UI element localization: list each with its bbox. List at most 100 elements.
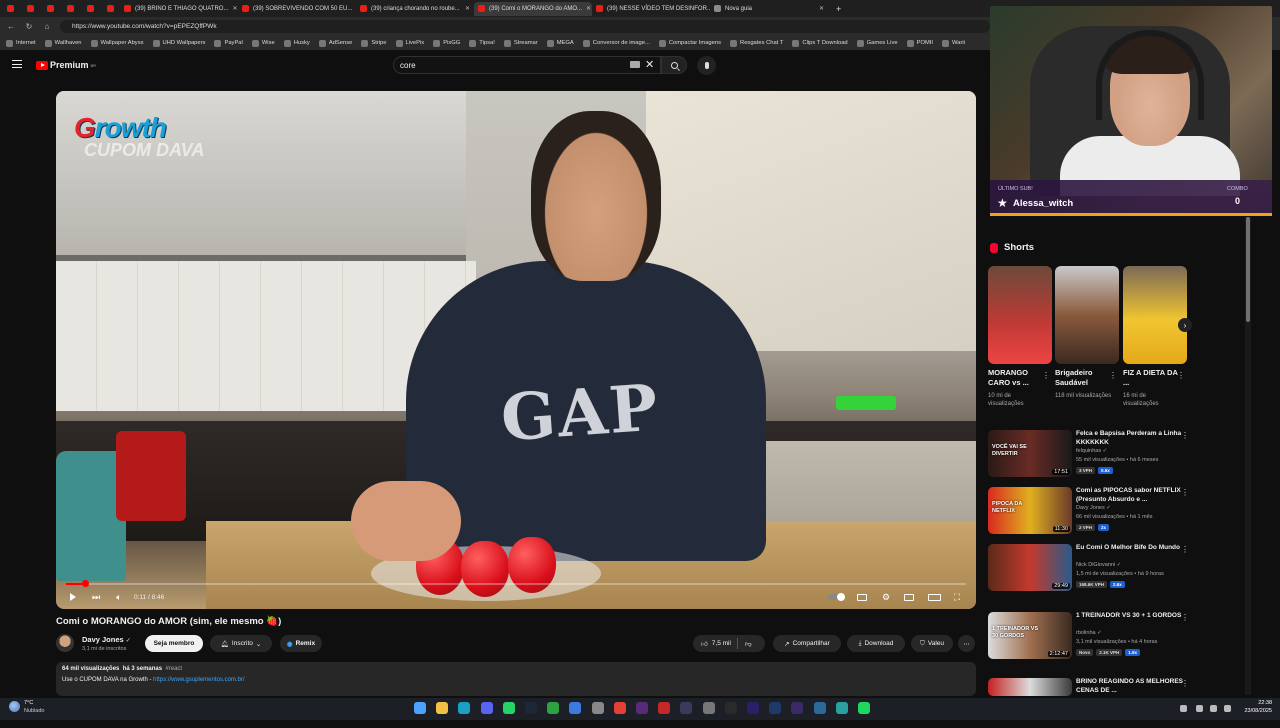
- description-link[interactable]: https://www.gsuplementos.com.br/: [153, 677, 244, 683]
- edge-browser-icon[interactable]: [458, 702, 471, 714]
- tray-app-icon[interactable]: [1196, 705, 1203, 712]
- video-player[interactable]: GAP: [56, 91, 976, 609]
- close-tab-icon[interactable]: ✕: [232, 5, 237, 12]
- clock-date[interactable]: 23/08/2025: [1238, 708, 1272, 714]
- thumbs-down-icon[interactable]: 👎︎: [745, 640, 752, 648]
- app-icon[interactable]: [658, 702, 671, 714]
- youtube-logo[interactable]: Premium BR: [36, 60, 96, 70]
- voice-search-button[interactable]: [697, 56, 716, 75]
- back-icon[interactable]: ←: [6, 22, 16, 31]
- close-tab-icon[interactable]: ✕: [819, 5, 824, 12]
- video-thumbnail[interactable]: [988, 678, 1072, 696]
- photoshop-icon[interactable]: [769, 702, 782, 714]
- home-icon[interactable]: ⌂: [42, 22, 52, 31]
- bookmark-item[interactable]: PayPal: [214, 39, 243, 47]
- hashtag[interactable]: #react: [165, 666, 182, 672]
- app-icon[interactable]: [724, 702, 737, 714]
- clock-time[interactable]: 22:38: [1238, 700, 1272, 706]
- app-icon[interactable]: [591, 702, 604, 714]
- short-thumbnail[interactable]: [1123, 266, 1187, 364]
- more-options-icon[interactable]: ⋮: [1181, 679, 1189, 688]
- channel-avatar[interactable]: [56, 634, 74, 652]
- discord-icon[interactable]: [480, 702, 493, 714]
- related-channel-name[interactable]: Nick DiGiovanni ✓: [1076, 562, 1121, 568]
- more-options-icon[interactable]: ⋮: [1109, 371, 1117, 380]
- bookmark-item[interactable]: Wallhaven: [44, 39, 82, 47]
- miniplayer-icon[interactable]: [903, 591, 915, 603]
- bookmark-item[interactable]: Wise: [251, 39, 275, 47]
- bookmark-item[interactable]: Streamar: [503, 39, 538, 47]
- more-options-icon[interactable]: ⋮: [1181, 613, 1189, 622]
- more-actions-button[interactable]: ⋯: [958, 635, 975, 652]
- bookmark-item[interactable]: PixGG: [433, 39, 460, 47]
- related-video-title[interactable]: BRINO REAGINDO AS MELHORES CENAS DE ...: [1076, 678, 1186, 695]
- hamburger-menu-icon[interactable]: [12, 60, 22, 68]
- description-box[interactable]: 64 mil visualizações há 3 semanas #react…: [56, 662, 976, 696]
- bookmark-item[interactable]: Clips T Download: [792, 39, 848, 47]
- related-video-title[interactable]: Comi as PIPOCAS sabor NETFLIX (Presunto …: [1076, 487, 1186, 504]
- channel-name[interactable]: Davy Jones ✓: [82, 635, 131, 644]
- short-thumbnail[interactable]: [988, 266, 1052, 364]
- bookmark-item[interactable]: Tipsa!: [469, 39, 495, 47]
- related-channel-name[interactable]: rbolinha ✓: [1076, 630, 1102, 636]
- search-button[interactable]: [661, 56, 687, 74]
- bookmark-item[interactable]: AdSense: [318, 39, 352, 47]
- browser-tab[interactable]: Nova guia ✕: [710, 2, 828, 16]
- bookmark-item[interactable]: Warii: [942, 39, 965, 47]
- bookmark-item[interactable]: POMII: [906, 39, 933, 47]
- more-options-icon[interactable]: ⋮: [1177, 371, 1185, 380]
- short-thumbnail[interactable]: [1055, 266, 1119, 364]
- short-title[interactable]: FIZ A DIETA DA ...: [1123, 368, 1181, 387]
- short-title[interactable]: Brigadeiro Saudável: [1055, 368, 1113, 387]
- browser-tab[interactable]: (39) criança chorando no roube... ✕: [356, 2, 474, 16]
- spotify-icon[interactable]: [858, 702, 870, 714]
- video-thumbnail[interactable]: PIPOCA DA NETFLIX 11:30: [988, 487, 1072, 534]
- settings-icon[interactable]: [702, 702, 715, 714]
- related-video-item[interactable]: VOCÊ VAI SE DIVERTIR 17:51 Felca e Bapsisa…: [988, 430, 1198, 480]
- close-tab-icon[interactable]: ✕: [465, 5, 470, 12]
- autoplay-toggle-icon[interactable]: [826, 591, 846, 603]
- weather-icon[interactable]: [9, 701, 20, 712]
- related-video-title[interactable]: 1 TREINADOR VS 30 + 1 GORDOS: [1076, 612, 1186, 621]
- browser-tab[interactable]: [80, 2, 100, 16]
- related-channel-name[interactable]: Davy Jones ✓: [1076, 505, 1111, 511]
- chrome-icon[interactable]: [613, 702, 626, 714]
- fullscreen-icon[interactable]: ⛶: [951, 591, 963, 603]
- volume-tray-icon[interactable]: [1224, 705, 1231, 712]
- app-icon[interactable]: [835, 702, 848, 714]
- related-channel-name[interactable]: felquinhas ✓: [1076, 448, 1107, 454]
- wifi-icon[interactable]: [1210, 705, 1217, 712]
- related-video-item[interactable]: PIPOCA DA NETFLIX 11:30 Comi as PIPOCAS sa…: [988, 487, 1198, 537]
- related-video-item[interactable]: 1 TREINADOR VS 30 GORDOS 2:12:47 1 TREINAD…: [988, 612, 1198, 662]
- obs-icon[interactable]: [636, 702, 648, 714]
- next-video-icon[interactable]: ⏭: [90, 591, 102, 603]
- bookmark-item[interactable]: Stripe: [361, 39, 387, 47]
- keyboard-icon[interactable]: [630, 61, 640, 68]
- browser-tab[interactable]: [20, 2, 40, 16]
- url-field[interactable]: https://www.youtube.com/watch?v=pEPEZQff…: [60, 20, 990, 33]
- whatsapp-icon[interactable]: [502, 702, 515, 714]
- play-icon[interactable]: [68, 591, 78, 603]
- video-thumbnail[interactable]: 1 TREINADOR VS 30 GORDOS 2:12:47: [988, 612, 1072, 659]
- share-button[interactable]: ↗ Compartilhar: [773, 635, 841, 652]
- bookmark-item[interactable]: Compactar Imagens: [658, 39, 721, 47]
- browser-tab[interactable]: (39) BRINO E THIAGO QUATRO... ✕: [120, 2, 238, 16]
- media-encoder-icon[interactable]: [791, 702, 804, 714]
- search-input[interactable]: core: [393, 56, 661, 74]
- bookmark-item[interactable]: Conversor de image...: [582, 39, 650, 47]
- bookmark-item[interactable]: Internet: [6, 39, 36, 47]
- new-tab-button[interactable]: +: [836, 4, 841, 14]
- bookmark-item[interactable]: Husky: [283, 39, 310, 47]
- subtitles-icon[interactable]: [856, 591, 868, 603]
- bookmark-item[interactable]: Resgates Chat T: [730, 39, 783, 47]
- related-video-item[interactable]: 29:49 Eu Comi O Melhor Bife Do Mundo Nick …: [988, 544, 1198, 594]
- browser-tab[interactable]: [60, 2, 80, 16]
- volume-icon[interactable]: 🔈︎: [114, 591, 124, 603]
- remix-button[interactable]: ◉ Remix: [280, 635, 322, 652]
- tray-chevron-icon[interactable]: [1180, 705, 1187, 712]
- more-options-icon[interactable]: ⋮: [1042, 371, 1050, 380]
- browser-tab[interactable]: (39) Comi o MORANGO do AMO... ✕: [474, 1, 592, 16]
- app-icon[interactable]: [569, 702, 582, 714]
- close-tab-icon[interactable]: ✕: [586, 5, 591, 12]
- xbox-icon[interactable]: [547, 702, 560, 714]
